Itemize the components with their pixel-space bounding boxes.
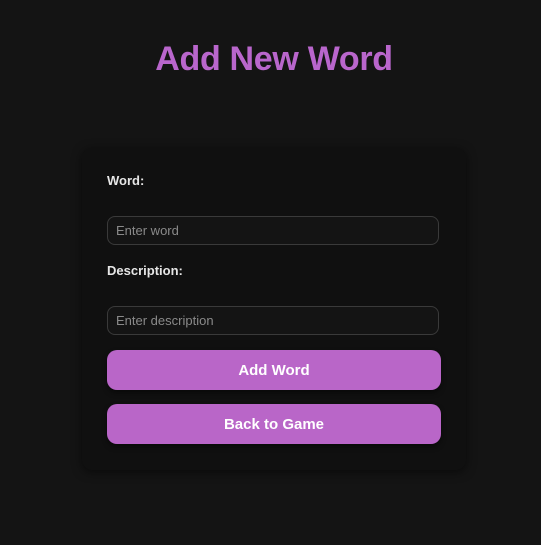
word-label: Word: <box>107 173 145 188</box>
description-label: Description: <box>107 263 183 278</box>
description-input[interactable] <box>107 306 439 335</box>
back-to-game-button[interactable]: Back to Game <box>107 404 441 444</box>
page-title: Add New Word <box>155 40 393 78</box>
word-input[interactable] <box>107 216 439 245</box>
add-word-form: Word: Description: Add Word Back to Game <box>82 148 466 470</box>
add-word-button[interactable]: Add Word <box>107 350 441 390</box>
add-word-page: Add New Word Word: Description: Add Word… <box>0 0 541 545</box>
